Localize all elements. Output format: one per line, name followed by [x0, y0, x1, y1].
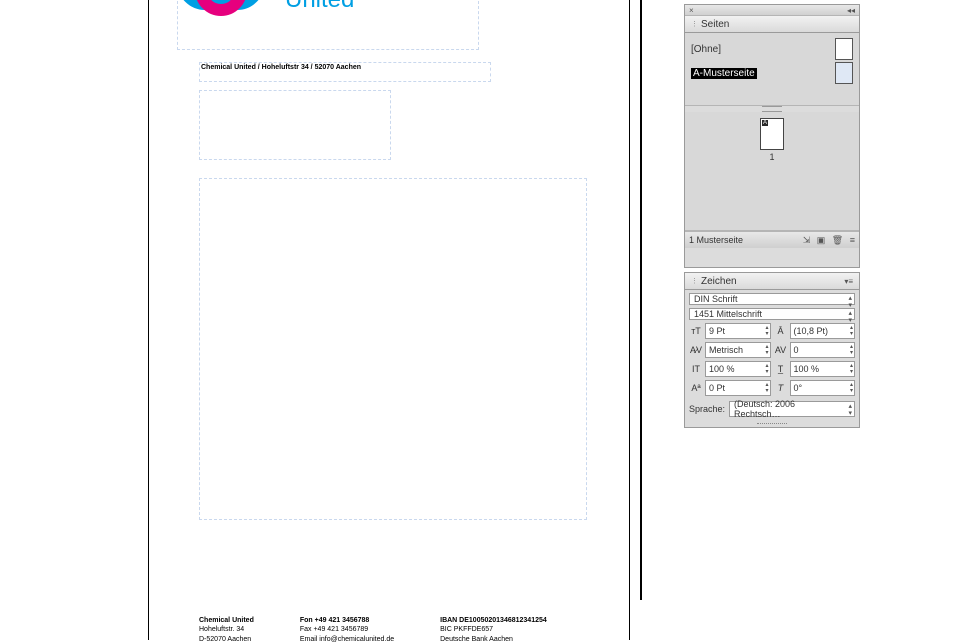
kerning-field[interactable]: Metrisch ▴▾ [705, 342, 771, 358]
grip-icon: ⋮ [691, 277, 698, 285]
pages-thumbnail-area[interactable]: A 1 [685, 112, 859, 231]
footer-company-street: Hoheluftstr. 34 [199, 625, 254, 634]
grip-icon: ⋮ [691, 20, 698, 28]
tracking-value: 0 [794, 345, 799, 355]
character-panel: ⋮ Zeichen ▾≡ DIN Schrift ▴▾ 1451 Mittels… [684, 272, 860, 428]
new-page-icon[interactable]: ▣ [817, 235, 826, 245]
font-size-icon: тT [689, 326, 703, 336]
footer-fax: Fax +49 421 3456789 [300, 625, 394, 634]
body-frame-guide[interactable] [199, 178, 587, 520]
footer-col-bank: IBAN DE10050201346812341254 BIC PKFFDE65… [440, 616, 547, 644]
footer-col-contact: Fon +49 421 3456788 Fax +49 421 3456789 … [300, 616, 394, 644]
language-label: Sprache: [689, 404, 725, 414]
font-family-dropdown[interactable]: DIN Schrift ▴▾ [689, 293, 855, 305]
language-value: (Deutsch: 2006 Rechtsch… [734, 399, 840, 419]
sender-line: Chemical United / Hoheluftstr 34 / 52070… [201, 64, 361, 71]
stepper-icon[interactable]: ▴▾ [765, 382, 768, 394]
language-dropdown[interactable]: (Deutsch: 2006 Rechtsch… ▴▾ [729, 401, 855, 417]
pages-panel-titlebar[interactable]: × ◂◂ [685, 5, 859, 16]
panel-menu-icon[interactable]: ▾≡ [844, 277, 853, 286]
master-name: [Ohne] [691, 44, 721, 55]
stepper-icon[interactable]: ▴▾ [850, 325, 853, 337]
hscale-value: 100 % [794, 364, 820, 374]
pages-panel-statusbar: 1 Musterseite ⇲ ▣ 🗑 ≡ [685, 231, 859, 248]
master-row-none[interactable]: [Ohne] [691, 37, 853, 61]
stepper-icon[interactable]: ▴▾ [765, 363, 768, 375]
kerning-icon: A̷V [689, 345, 703, 355]
stepper-icon[interactable]: ▴▾ [765, 325, 768, 337]
document-canvas[interactable]: Chemical United Chemical United / Hohelu… [0, 0, 630, 600]
vscale-field[interactable]: 100 % ▴▾ [705, 361, 771, 377]
hscale-field[interactable]: 100 % ▴▾ [790, 361, 856, 377]
footer-email: Email info@chemicalunited.de [300, 635, 394, 644]
pages-panel-tab[interactable]: ⋮ Seiten [685, 16, 859, 33]
logo-mark-icon [177, 0, 273, 16]
baseline-shift-icon: Aª [689, 383, 703, 393]
document-page[interactable]: Chemical United Chemical United / Hohelu… [148, 0, 630, 640]
vscale-icon: IT [689, 364, 703, 374]
link-pages-icon[interactable]: ⇲ [803, 235, 811, 245]
master-badge: A [762, 120, 768, 126]
master-pages-list: [Ohne] A-Musterseite [685, 33, 859, 106]
master-name: A-Musterseite [691, 68, 757, 79]
leading-field[interactable]: (10,8 Pt) ▴▾ [790, 323, 856, 339]
skew-value: 0° [794, 383, 803, 393]
panel-menu-icon[interactable]: ◂◂ [847, 6, 855, 15]
stepper-icon: ▴▾ [848, 295, 852, 309]
page-number-label: 1 [769, 152, 774, 162]
panel-options-icon[interactable]: ≡ [850, 235, 855, 245]
font-style-dropdown[interactable]: 1451 Mittelschrift ▴▾ [689, 308, 855, 320]
stepper-icon[interactable]: ▴▾ [850, 382, 853, 394]
logo-word-bottom: United [285, 0, 387, 12]
tracking-icon: AV [774, 345, 788, 355]
stepper-icon[interactable]: ▴▾ [850, 363, 853, 375]
close-icon[interactable]: × [689, 6, 694, 15]
hscale-icon: T̲ [774, 364, 788, 374]
font-size-field[interactable]: 9 Pt ▴▾ [705, 323, 771, 339]
vscale-value: 100 % [709, 364, 735, 374]
leading-icon: Ā [774, 326, 788, 336]
company-logo: Chemical United [177, 0, 387, 16]
panel-dock: × ◂◂ ⋮ Seiten [Ohne] A-Musterseite A [648, 0, 960, 600]
skew-icon: T [774, 383, 788, 393]
page-footer: Chemical United Hoheluftstr. 34 D-52070 … [199, 616, 589, 644]
master-row-a[interactable]: A-Musterseite [691, 61, 853, 85]
footer-company-city: D-52070 Aachen [199, 635, 254, 644]
pages-panel-title: Seiten [701, 19, 729, 30]
stepper-icon[interactable]: ▴▾ [765, 344, 768, 356]
tracking-field[interactable]: 0 ▴▾ [790, 342, 856, 358]
footer-col-company: Chemical United Hoheluftstr. 34 D-52070 … [199, 616, 254, 644]
address-frame-guide[interactable] [199, 90, 391, 160]
character-panel-title: Zeichen [701, 276, 737, 287]
kerning-value: Metrisch [709, 345, 743, 355]
stepper-icon: ▴▾ [848, 310, 852, 324]
skew-field[interactable]: 0° ▴▾ [790, 380, 856, 396]
master-swatch-icon [835, 38, 853, 60]
footer-bic: BIC PKFFDE657 [440, 625, 547, 634]
footer-phone: Fon +49 421 3456788 [300, 616, 394, 625]
footer-company-name: Chemical United [199, 616, 254, 625]
leading-value: (10,8 Pt) [794, 326, 829, 336]
pages-status-text: 1 Musterseite [689, 235, 743, 245]
baseline-shift-field[interactable]: 0 Pt ▴▾ [705, 380, 771, 396]
footer-bank: Deutsche Bank Aachen [440, 635, 547, 644]
panel-resize-grip[interactable] [685, 420, 859, 426]
pages-panel: × ◂◂ ⋮ Seiten [Ohne] A-Musterseite A [684, 4, 860, 268]
vertical-divider [640, 0, 642, 600]
baseline-value: 0 Pt [709, 383, 725, 393]
master-swatch-icon [835, 62, 853, 84]
font-family-value: DIN Schrift [694, 294, 738, 304]
character-panel-tab[interactable]: ⋮ Zeichen ▾≡ [685, 273, 859, 290]
delete-page-icon[interactable]: 🗑 [832, 235, 843, 245]
page-thumbnail[interactable]: A [760, 118, 784, 150]
font-size-value: 9 Pt [709, 326, 725, 336]
font-style-value: 1451 Mittelschrift [694, 309, 762, 319]
stepper-icon[interactable]: ▴▾ [850, 344, 853, 356]
stepper-icon: ▴▾ [848, 403, 852, 417]
footer-iban: IBAN DE10050201346812341254 [440, 616, 547, 625]
